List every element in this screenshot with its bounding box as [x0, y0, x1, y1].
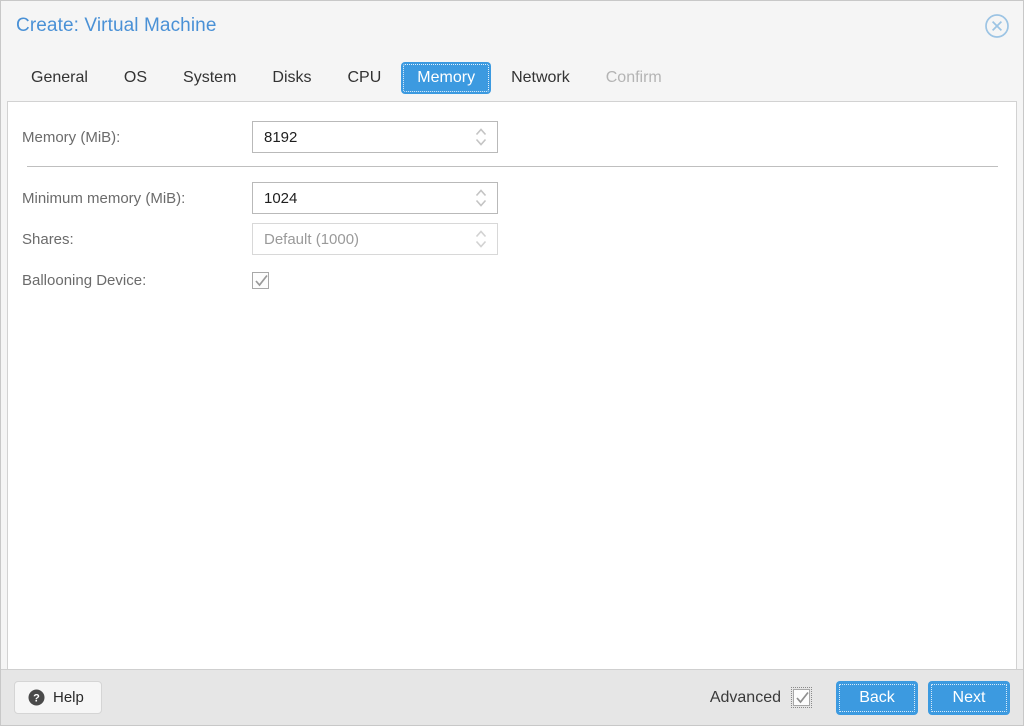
minimum-memory-input[interactable]: 1024: [252, 182, 498, 214]
memory-label: Memory (MiB):: [22, 128, 121, 146]
row-memory: Memory (MiB): 8192: [8, 120, 1016, 154]
tab-network[interactable]: Network: [495, 62, 586, 94]
tab-general[interactable]: General: [15, 62, 104, 94]
tab-cpu[interactable]: CPU: [332, 62, 398, 94]
minimum-memory-label: Minimum memory (MiB):: [22, 189, 186, 207]
memory-input[interactable]: 8192: [252, 121, 498, 153]
minimum-memory-value: 1024: [264, 189, 298, 207]
dialog-titlebar: Create: Virtual Machine: [1, 1, 1023, 54]
wizard-tabs: General OS System Disks CPU Memory Netwo…: [1, 54, 1023, 101]
help-button-label: Help: [53, 689, 84, 706]
close-icon[interactable]: [984, 13, 1010, 39]
memory-form: Memory (MiB): 8192 Minimum memory (MiB):…: [8, 102, 1016, 304]
dialog-footer: ? Help Advanced Back Next: [1, 669, 1023, 725]
create-vm-dialog: Create: Virtual Machine General OS Syste…: [0, 0, 1024, 726]
tab-os[interactable]: OS: [108, 62, 163, 94]
tab-memory[interactable]: Memory: [401, 61, 492, 94]
advanced-checkbox[interactable]: [791, 687, 812, 708]
ballooning-label: Ballooning Device:: [22, 271, 147, 289]
memory-panel: Memory (MiB): 8192 Minimum memory (MiB):…: [7, 101, 1017, 669]
help-button[interactable]: ? Help: [14, 681, 102, 714]
memory-stepper-icon[interactable]: [474, 126, 488, 148]
shares-stepper-icon[interactable]: [474, 228, 488, 250]
shares-placeholder: Default (1000): [264, 230, 360, 248]
tab-disks[interactable]: Disks: [256, 62, 327, 94]
shares-label: Shares:: [22, 230, 74, 248]
question-mark-circle-icon: ?: [28, 689, 45, 706]
advanced-label: Advanced: [709, 688, 781, 706]
minimum-memory-stepper-icon[interactable]: [474, 187, 488, 209]
row-shares: Shares: Default (1000): [8, 222, 1016, 256]
footer-actions: Advanced Back Next: [709, 680, 1010, 715]
back-button[interactable]: Back: [836, 680, 918, 715]
ballooning-checkbox[interactable]: [252, 271, 269, 289]
memory-value: 8192: [264, 128, 298, 146]
row-minimum-memory: Minimum memory (MiB): 1024: [8, 181, 1016, 215]
svg-text:?: ?: [33, 693, 40, 705]
next-button[interactable]: Next: [928, 680, 1010, 715]
tab-confirm: Confirm: [605, 68, 662, 86]
shares-input[interactable]: Default (1000): [252, 223, 498, 255]
section-divider: [27, 166, 998, 167]
tab-system[interactable]: System: [167, 62, 252, 94]
row-ballooning: Ballooning Device:: [8, 263, 1016, 297]
page-title: Create: Virtual Machine: [16, 15, 217, 36]
